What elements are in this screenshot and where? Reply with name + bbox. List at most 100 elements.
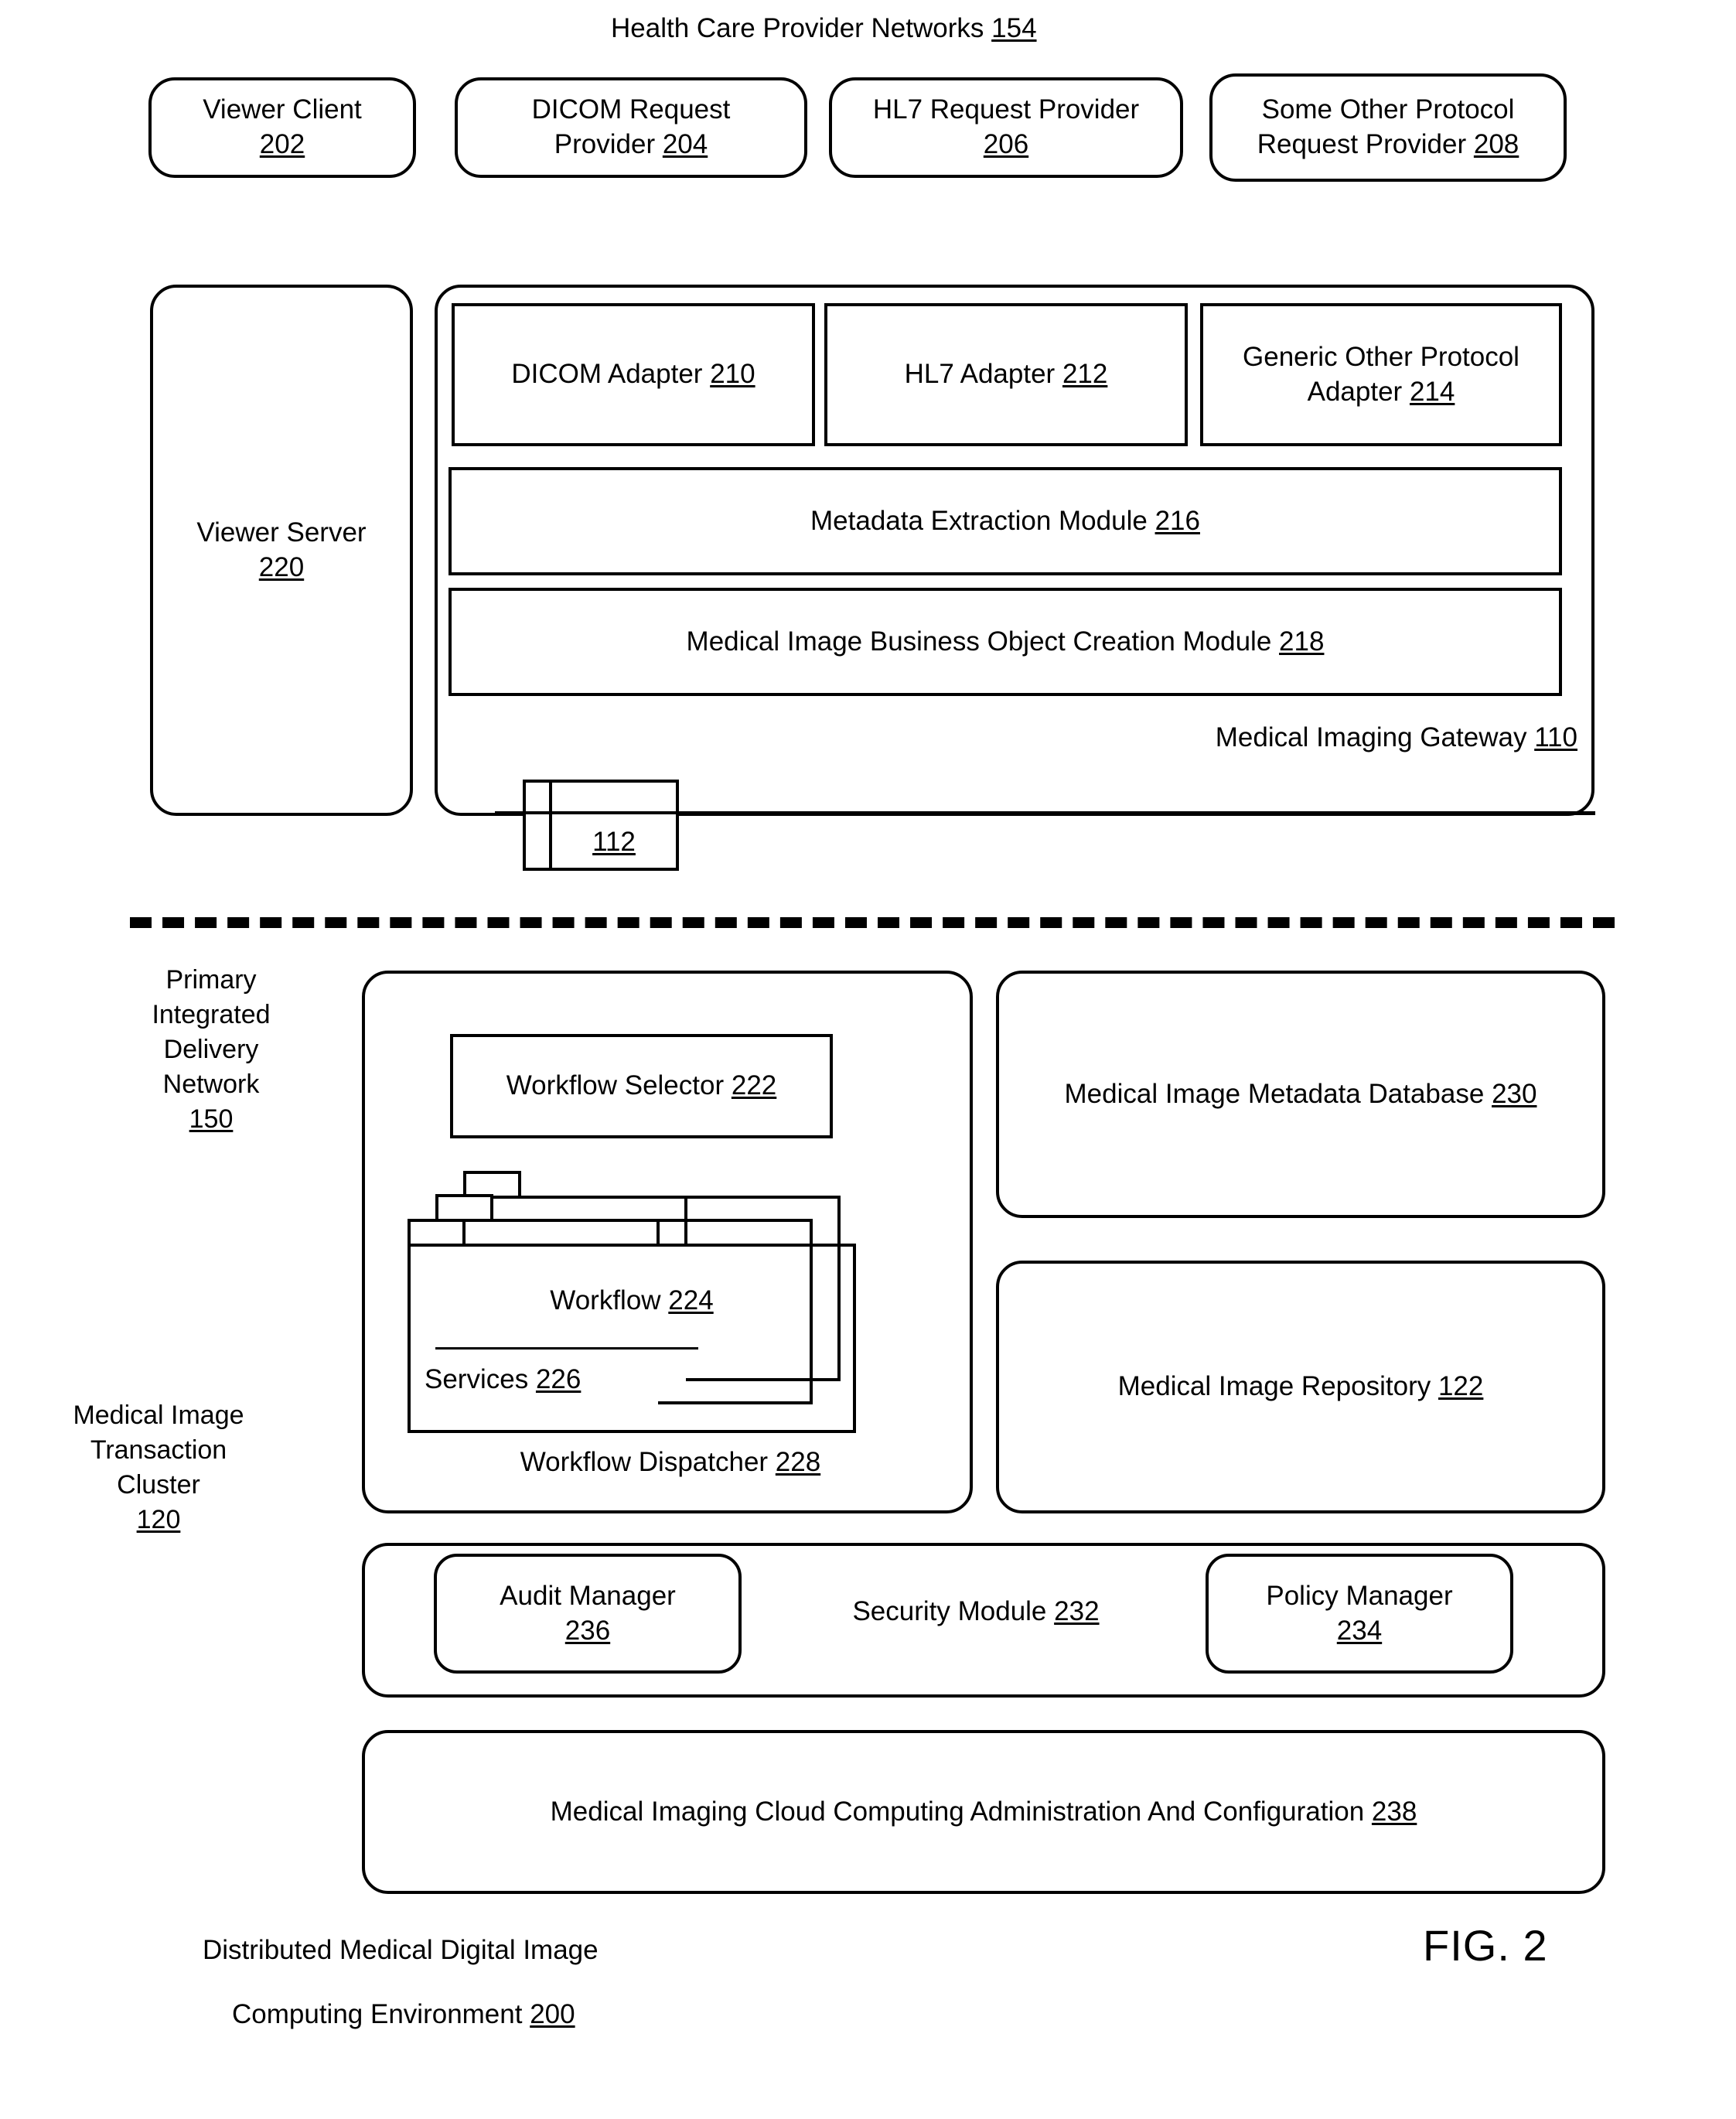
connector-112-label-wrap: 112 <box>552 814 676 871</box>
cloud-admin-label: Medical Imaging Cloud Computing Administ… <box>551 1795 1417 1830</box>
figure-number-text: FIG. 2 <box>1423 1921 1548 1970</box>
security-module-ref: 232 <box>1054 1595 1100 1626</box>
metadata-database-label: Medical Image Metadata Database 230 <box>1065 1077 1537 1112</box>
pidn-line1: Primary <box>165 965 257 995</box>
generic-adapter-line1: Generic Other Protocol <box>1243 341 1519 372</box>
workflow-card-1-tab <box>408 1219 466 1247</box>
page-title-ref: 154 <box>991 13 1037 43</box>
workflow-card-separator <box>435 1347 698 1350</box>
hl7-request-provider-line1: HL7 Request Provider <box>872 94 1140 125</box>
hl7-request-provider-label: HL7 Request Provider 206 <box>873 93 1139 162</box>
network-boundary-divider <box>130 917 1615 928</box>
generic-adapter-ref: 214 <box>1409 376 1455 407</box>
workflow-label: Workflow 224 <box>550 1284 713 1319</box>
hl7-adapter-label: HL7 Adapter 212 <box>905 357 1108 392</box>
medical-image-transaction-cluster-label: Medical Image Transaction Cluster 120 <box>43 1398 275 1537</box>
dicom-adapter-text: DICOM Adapter <box>511 359 703 390</box>
viewer-client-box[interactable]: Viewer Client 202 <box>148 77 416 178</box>
security-module-box[interactable]: Audit Manager 236 Security Module 232 Po… <box>362 1543 1605 1698</box>
other-protocol-request-provider-box[interactable]: Some Other Protocol Request Provider 208 <box>1209 73 1567 182</box>
services-text: Services <box>425 1364 529 1394</box>
viewer-client-line1: Viewer Client <box>203 94 362 125</box>
metadata-extraction-ref: 216 <box>1154 505 1200 536</box>
figure-caption-line1: Distributed Medical Digital Image <box>203 1933 599 1968</box>
services-label-wrap: Services 226 <box>425 1363 581 1397</box>
pidn-line4: Network <box>162 1069 260 1099</box>
medical-imaging-gateway-label: Medical Imaging Gateway 110 <box>1216 721 1577 756</box>
dicom-request-provider-line1: DICOM Request <box>531 94 731 125</box>
mitc-ref: 120 <box>136 1504 181 1534</box>
page-title: Health Care Provider Networks 154 <box>611 12 1037 46</box>
audit-manager-label: Audit Manager 236 <box>500 1579 676 1649</box>
dicom-adapter-box[interactable]: DICOM Adapter 210 <box>452 303 815 446</box>
policy-manager-box[interactable]: Policy Manager 234 <box>1206 1554 1513 1674</box>
workflow-text: Workflow <box>550 1285 661 1315</box>
generic-other-protocol-adapter-box[interactable]: Generic Other Protocol Adapter 214 <box>1200 303 1562 446</box>
viewer-server-label: Viewer Server 220 <box>196 516 366 585</box>
workflow-card-2-tab <box>435 1194 493 1222</box>
services-ref: 226 <box>535 1364 582 1394</box>
metadata-database-ref: 230 <box>1492 1078 1537 1109</box>
workflow-selector-label: Workflow Selector 222 <box>506 1069 777 1104</box>
metadata-extraction-text: Metadata Extraction Module <box>810 505 1148 536</box>
figure-number: FIG. 2 <box>1423 1918 1548 1974</box>
hl7-request-provider-ref: 206 <box>983 129 1029 159</box>
other-protocol-line2: Request Provider <box>1257 129 1467 159</box>
workflow-dispatcher-ref: 228 <box>775 1446 821 1477</box>
viewer-server-ref: 220 <box>258 551 305 582</box>
hl7-adapter-ref: 212 <box>1062 359 1108 390</box>
primary-integrated-delivery-network-label: Primary Integrated Delivery Network 150 <box>114 963 308 1136</box>
cloud-admin-ref: 238 <box>1371 1796 1417 1827</box>
hl7-adapter-text: HL7 Adapter <box>904 359 1056 390</box>
mitc-line3: Cluster <box>117 1469 200 1500</box>
image-repository-label: Medical Image Repository 122 <box>1118 1370 1484 1404</box>
services-label: Services 226 <box>425 1364 581 1394</box>
business-object-creation-module-box[interactable]: Medical Image Business Object Creation M… <box>448 588 1562 696</box>
image-repository-text: Medical Image Repository <box>1117 1371 1431 1402</box>
workflow-dispatcher-panel[interactable]: Workflow Selector 222 Workflow 224 Servi… <box>362 971 973 1513</box>
dicom-request-provider-box[interactable]: DICOM Request Provider 204 <box>455 77 807 178</box>
gateway-label-ref: 110 <box>1534 722 1577 752</box>
pidn-line3: Delivery <box>163 1034 259 1064</box>
policy-manager-ref: 234 <box>1336 1615 1383 1646</box>
cloud-admin-box[interactable]: Medical Imaging Cloud Computing Administ… <box>362 1730 1605 1894</box>
security-module-label-wrap: Security Module 232 <box>775 1588 1177 1635</box>
workflow-card-stack: Workflow 224 Services 226 <box>408 1171 902 1438</box>
metadata-database-text: Medical Image Metadata Database <box>1064 1078 1485 1109</box>
workflow-dispatcher-label: Workflow Dispatcher 228 <box>520 1445 820 1480</box>
viewer-server-box[interactable]: Viewer Server 220 <box>150 285 413 816</box>
metadata-database-box[interactable]: Medical Image Metadata Database 230 <box>996 971 1605 1218</box>
dicom-request-provider-label: DICOM Request Provider 204 <box>532 93 731 162</box>
gateway-label-text: Medical Imaging Gateway <box>1215 722 1527 752</box>
policy-manager-label: Policy Manager 234 <box>1266 1579 1452 1649</box>
hl7-adapter-box[interactable]: HL7 Adapter 212 <box>824 303 1188 446</box>
policy-manager-text: Policy Manager <box>1266 1580 1453 1611</box>
dicom-request-provider-line2: Provider <box>554 129 656 159</box>
dicom-adapter-ref: 210 <box>710 359 755 390</box>
connector-line-right <box>675 811 1595 815</box>
workflow-ref: 224 <box>668 1285 714 1315</box>
image-repository-box[interactable]: Medical Image Repository 122 <box>996 1261 1605 1513</box>
pidn-line2: Integrated <box>152 999 271 1029</box>
medical-imaging-gateway-box[interactable]: DICOM Adapter 210 HL7 Adapter 212 Generi… <box>435 285 1594 816</box>
cloud-admin-text: Medical Imaging Cloud Computing Administ… <box>550 1796 1365 1827</box>
generic-other-protocol-adapter-label: Generic Other Protocol Adapter 214 <box>1243 340 1519 410</box>
connector-112-box[interactable]: 112 <box>523 780 679 871</box>
generic-adapter-line2: Adapter <box>1307 376 1403 407</box>
hl7-request-provider-box[interactable]: HL7 Request Provider 206 <box>829 77 1183 178</box>
metadata-extraction-module-box[interactable]: Metadata Extraction Module 216 <box>448 467 1562 575</box>
other-protocol-line1: Some Other Protocol <box>1261 94 1515 125</box>
workflow-dispatcher-label-wrap: Workflow Dispatcher 228 <box>365 1444 976 1481</box>
dicom-request-provider-ref: 204 <box>662 129 708 159</box>
dicom-adapter-label: DICOM Adapter 210 <box>511 357 755 392</box>
security-module-text: Security Module <box>852 1595 1047 1626</box>
figure-caption-ref: 200 <box>530 1999 575 2029</box>
audit-manager-ref: 236 <box>564 1615 611 1646</box>
workflow-dispatcher-text: Workflow Dispatcher <box>520 1446 769 1477</box>
figure-caption-text2: Computing Environment <box>232 1999 523 2029</box>
business-object-ref: 218 <box>1279 626 1325 657</box>
audit-manager-box[interactable]: Audit Manager 236 <box>434 1554 742 1674</box>
workflow-selector-ref: 222 <box>731 1070 777 1101</box>
workflow-selector-text: Workflow Selector <box>506 1070 725 1101</box>
workflow-selector-box[interactable]: Workflow Selector 222 <box>450 1034 833 1138</box>
